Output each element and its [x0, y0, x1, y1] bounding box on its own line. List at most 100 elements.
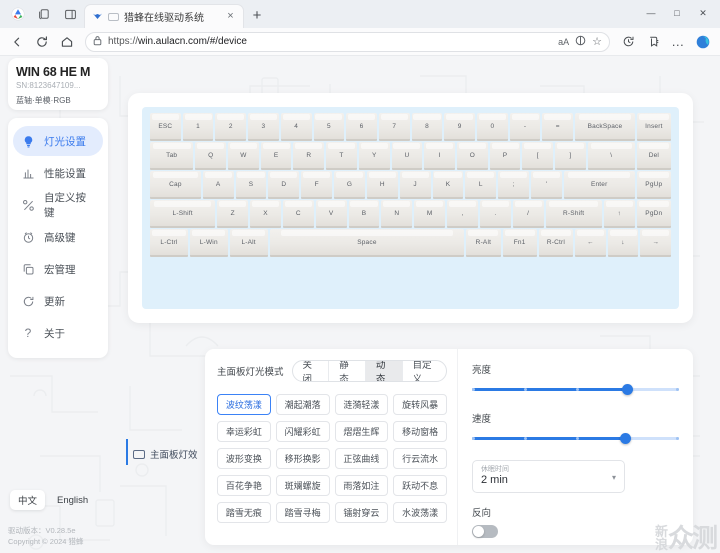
keyboard-key[interactable]: ←: [575, 229, 606, 255]
keyboard-key[interactable]: T: [326, 142, 357, 168]
keyboard-key[interactable]: A: [202, 171, 234, 197]
keyboard-key[interactable]: Del: [636, 142, 672, 168]
language-option-zh[interactable]: 中文: [10, 490, 46, 510]
mode-tab-dynamic[interactable]: 动态: [365, 361, 403, 381]
effect-button[interactable]: 行云流水: [393, 448, 447, 469]
address-bar[interactable]: https://win.aulacn.com/#/device aA ☆: [85, 31, 610, 52]
keyboard-key[interactable]: ↓: [607, 229, 639, 255]
keyboard-key[interactable]: Space: [269, 229, 465, 255]
mode-tab-static[interactable]: 静态: [329, 361, 366, 381]
tab-actions-icon[interactable]: [58, 2, 82, 26]
effect-button[interactable]: 闪耀彩虹: [275, 421, 330, 442]
keyboard-key[interactable]: Enter: [563, 171, 635, 197]
brightness-slider[interactable]: [472, 383, 679, 397]
browser-tab[interactable]: 猎蜂在线驱动系统 ×: [84, 4, 244, 28]
keyboard-key[interactable]: 4: [280, 113, 312, 139]
effect-button[interactable]: 移动窗格: [393, 421, 447, 442]
window-maximize-button[interactable]: □: [664, 2, 690, 24]
keyboard-key[interactable]: 7: [378, 113, 410, 139]
effect-button[interactable]: 波纹荡漾: [217, 394, 271, 415]
keyboard-key[interactable]: R-Alt: [466, 229, 501, 255]
effect-button[interactable]: 移形换影: [275, 448, 330, 469]
keyboard-key[interactable]: L: [465, 171, 497, 197]
keyboard-key[interactable]: S: [235, 171, 267, 197]
sleep-timer-select[interactable]: 休眠时间 2 min ▾: [472, 460, 625, 493]
panel-tag[interactable]: 主面板灯效: [133, 447, 198, 461]
window-minimize-button[interactable]: —: [638, 2, 664, 24]
effect-button[interactable]: 潮起潮落: [275, 394, 330, 415]
keyboard-key[interactable]: 1: [182, 113, 214, 139]
keyboard-key[interactable]: E: [260, 142, 292, 168]
device-info-card[interactable]: WIN 68 HE M SN:8123647109... 蓝轴·单模·RGB: [8, 58, 108, 110]
back-icon[interactable]: [6, 31, 28, 53]
sidebar-item-macro[interactable]: 宏管理: [13, 254, 103, 284]
sidebar-item-about[interactable]: ? 关于: [13, 318, 103, 348]
keyboard-key[interactable]: I: [424, 142, 455, 168]
keyboard-key[interactable]: ]: [555, 142, 586, 168]
keyboard-key[interactable]: 8: [411, 113, 443, 139]
keyboard-key[interactable]: BackSpace: [575, 113, 635, 139]
sidebar-item-lighting[interactable]: 灯光设置: [13, 126, 103, 156]
effect-button[interactable]: 幸运彩虹: [217, 421, 271, 442]
keyboard-key[interactable]: R-Ctrl: [538, 229, 574, 255]
keyboard-key[interactable]: U: [391, 142, 423, 168]
keyboard-key[interactable]: ,: [447, 200, 478, 226]
keyboard-key[interactable]: Q: [195, 142, 227, 168]
keyboard-key[interactable]: 9: [444, 113, 476, 139]
effect-button[interactable]: 涟漪轻漾: [334, 394, 389, 415]
sidebar-item-update[interactable]: 更新: [13, 286, 103, 316]
effect-button[interactable]: 百花争艳: [217, 475, 271, 496]
keyboard-key[interactable]: 6: [346, 113, 377, 139]
tab-close-icon[interactable]: ×: [224, 10, 237, 23]
keyboard-layout[interactable]: ESC 1 2 3 4 5 6 7 8 9 0- = BackSpace Insert Tab Q W E R T Y U…: [142, 107, 679, 309]
profile-avatar[interactable]: [692, 31, 714, 53]
keyboard-key[interactable]: P: [489, 142, 521, 168]
new-tab-button[interactable]: +: [246, 4, 268, 26]
keyboard-key[interactable]: =: [542, 113, 574, 139]
keyboard-key[interactable]: O: [456, 142, 488, 168]
keyboard-key[interactable]: Tab: [150, 142, 194, 168]
speed-slider[interactable]: [472, 432, 679, 446]
home-icon[interactable]: [56, 31, 78, 53]
window-close-button[interactable]: ✕: [690, 2, 716, 24]
keyboard-key[interactable]: PgUp: [636, 171, 672, 197]
keyboard-key[interactable]: K: [432, 171, 464, 197]
keyboard-key[interactable]: ;: [498, 171, 530, 197]
favorite-star-icon[interactable]: ☆: [592, 35, 602, 48]
effect-button[interactable]: 熠熠生辉: [334, 421, 389, 442]
effect-button[interactable]: 斑斓螺旋: [275, 475, 330, 496]
sidebar-item-advanced-keys[interactable]: 高级键: [13, 222, 103, 252]
split-screen-icon[interactable]: [575, 33, 586, 51]
keyboard-key[interactable]: L-Alt: [229, 229, 268, 255]
keyboard-key[interactable]: 3: [248, 113, 279, 139]
chevron-down-icon[interactable]: ▾: [612, 473, 616, 482]
keyboard-key[interactable]: H: [366, 171, 398, 197]
keyboard-key[interactable]: →: [640, 229, 671, 255]
effect-button[interactable]: 旋转风暴: [393, 394, 447, 415]
keyboard-key[interactable]: N: [381, 200, 413, 226]
effect-button[interactable]: 镭射穿云: [334, 502, 389, 523]
keyboard-key[interactable]: X: [250, 200, 281, 226]
history-icon[interactable]: [617, 31, 639, 53]
keyboard-key[interactable]: /: [512, 200, 544, 226]
keyboard-key[interactable]: R-Shift: [545, 200, 602, 226]
keyboard-key[interactable]: ↑: [603, 200, 635, 226]
effect-button[interactable]: 踏雪寻梅: [275, 502, 330, 523]
keyboard-key[interactable]: Insert: [636, 113, 672, 139]
slider-knob[interactable]: [619, 433, 631, 444]
effect-button[interactable]: 踏雪无痕: [217, 502, 271, 523]
sidebar-item-performance[interactable]: 性能设置: [13, 158, 103, 188]
mode-tab-off[interactable]: 关闭: [293, 361, 330, 381]
keyboard-key[interactable]: Fn1: [502, 229, 537, 255]
keyboard-key[interactable]: Y: [358, 142, 390, 168]
keyboard-key[interactable]: V: [315, 200, 347, 226]
keyboard-key[interactable]: Z: [217, 200, 249, 226]
keyboard-key[interactable]: .: [479, 200, 511, 226]
keyboard-key[interactable]: C: [282, 200, 314, 226]
slider-knob[interactable]: [621, 384, 633, 395]
reverse-toggle[interactable]: [472, 525, 498, 538]
keyboard-key[interactable]: M: [414, 200, 446, 226]
keyboard-key[interactable]: W: [228, 142, 259, 168]
keyboard-key[interactable]: D: [268, 171, 300, 197]
keyboard-key[interactable]: -: [509, 113, 541, 139]
